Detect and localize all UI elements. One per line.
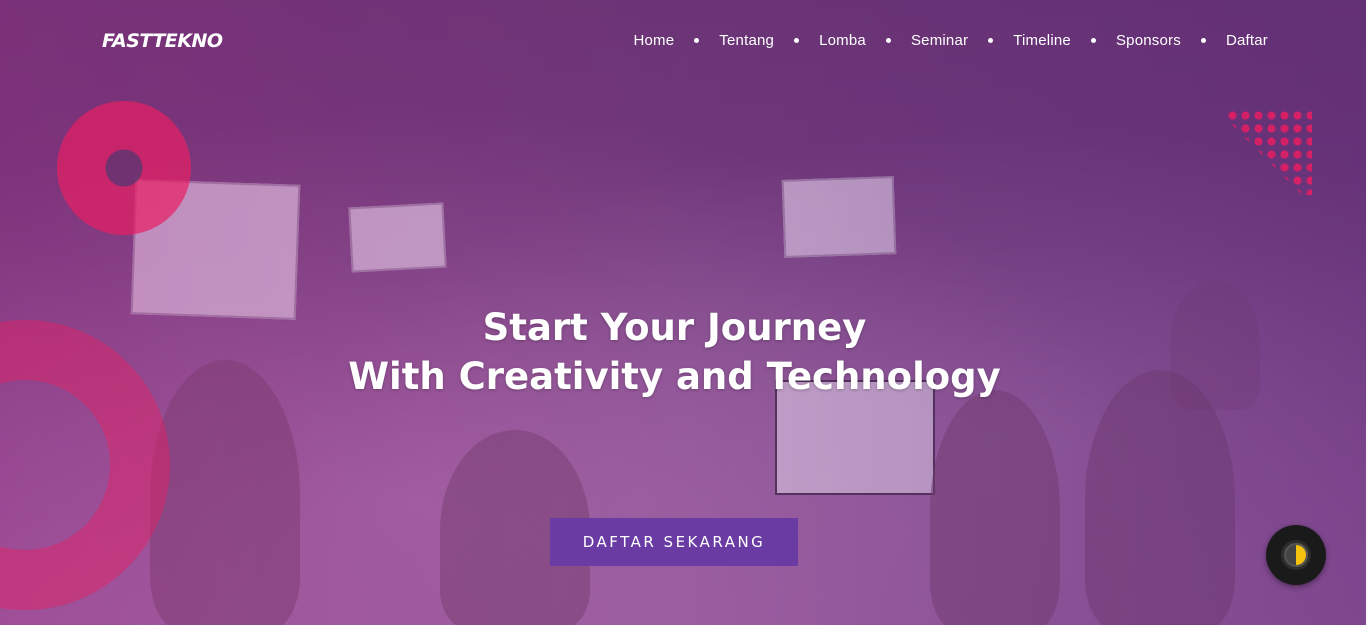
nav-item-home: Home: [633, 32, 719, 49]
nav-separator-dot: [794, 38, 800, 43]
nav-link-tentang[interactable]: Tentang: [719, 32, 774, 49]
nav-link-timeline[interactable]: Timeline: [1013, 32, 1071, 49]
hero-title-line-1: Start Your Journey: [482, 306, 867, 349]
nav-separator-dot: [1200, 38, 1206, 43]
nav-menu: Home Tentang Lomba Seminar Timeline Spon…: [633, 32, 1268, 49]
nav-separator-dot: [885, 38, 891, 43]
nav-link-seminar[interactable]: Seminar: [911, 32, 968, 49]
nav-item-tentang: Tentang: [719, 32, 819, 49]
hero-title-line-2: With Creativity and Technology: [348, 355, 1001, 398]
decorative-dot-grid: [1226, 109, 1312, 195]
nav-item-sponsors: Sponsors: [1116, 32, 1226, 49]
decorative-circle: [57, 101, 191, 235]
nav-item-lomba: Lomba: [819, 32, 911, 49]
hero-title: Start Your Journey With Creativity and T…: [0, 303, 1349, 401]
nav-link-daftar[interactable]: Daftar: [1226, 32, 1268, 49]
nav-item-seminar: Seminar: [911, 32, 1013, 49]
nav-link-sponsors[interactable]: Sponsors: [1116, 32, 1181, 49]
nav-item-timeline: Timeline: [1013, 32, 1116, 49]
nav-item-daftar: Daftar: [1226, 32, 1268, 49]
theme-toggle-button[interactable]: [1266, 525, 1326, 585]
nav-link-home[interactable]: Home: [633, 32, 674, 49]
nav-link-lomba[interactable]: Lomba: [819, 32, 866, 49]
nav-separator-dot: [988, 38, 994, 43]
register-now-button[interactable]: DAFTAR SEKARANG: [550, 518, 798, 566]
top-navbar: FASTTEKNO Home Tentang Lomba Seminar Tim…: [0, 0, 1366, 86]
nav-separator-dot: [694, 38, 700, 43]
half-moon-icon: [1281, 540, 1311, 570]
brand-logo[interactable]: FASTTEKNO: [102, 30, 223, 52]
nav-separator-dot: [1090, 38, 1096, 43]
